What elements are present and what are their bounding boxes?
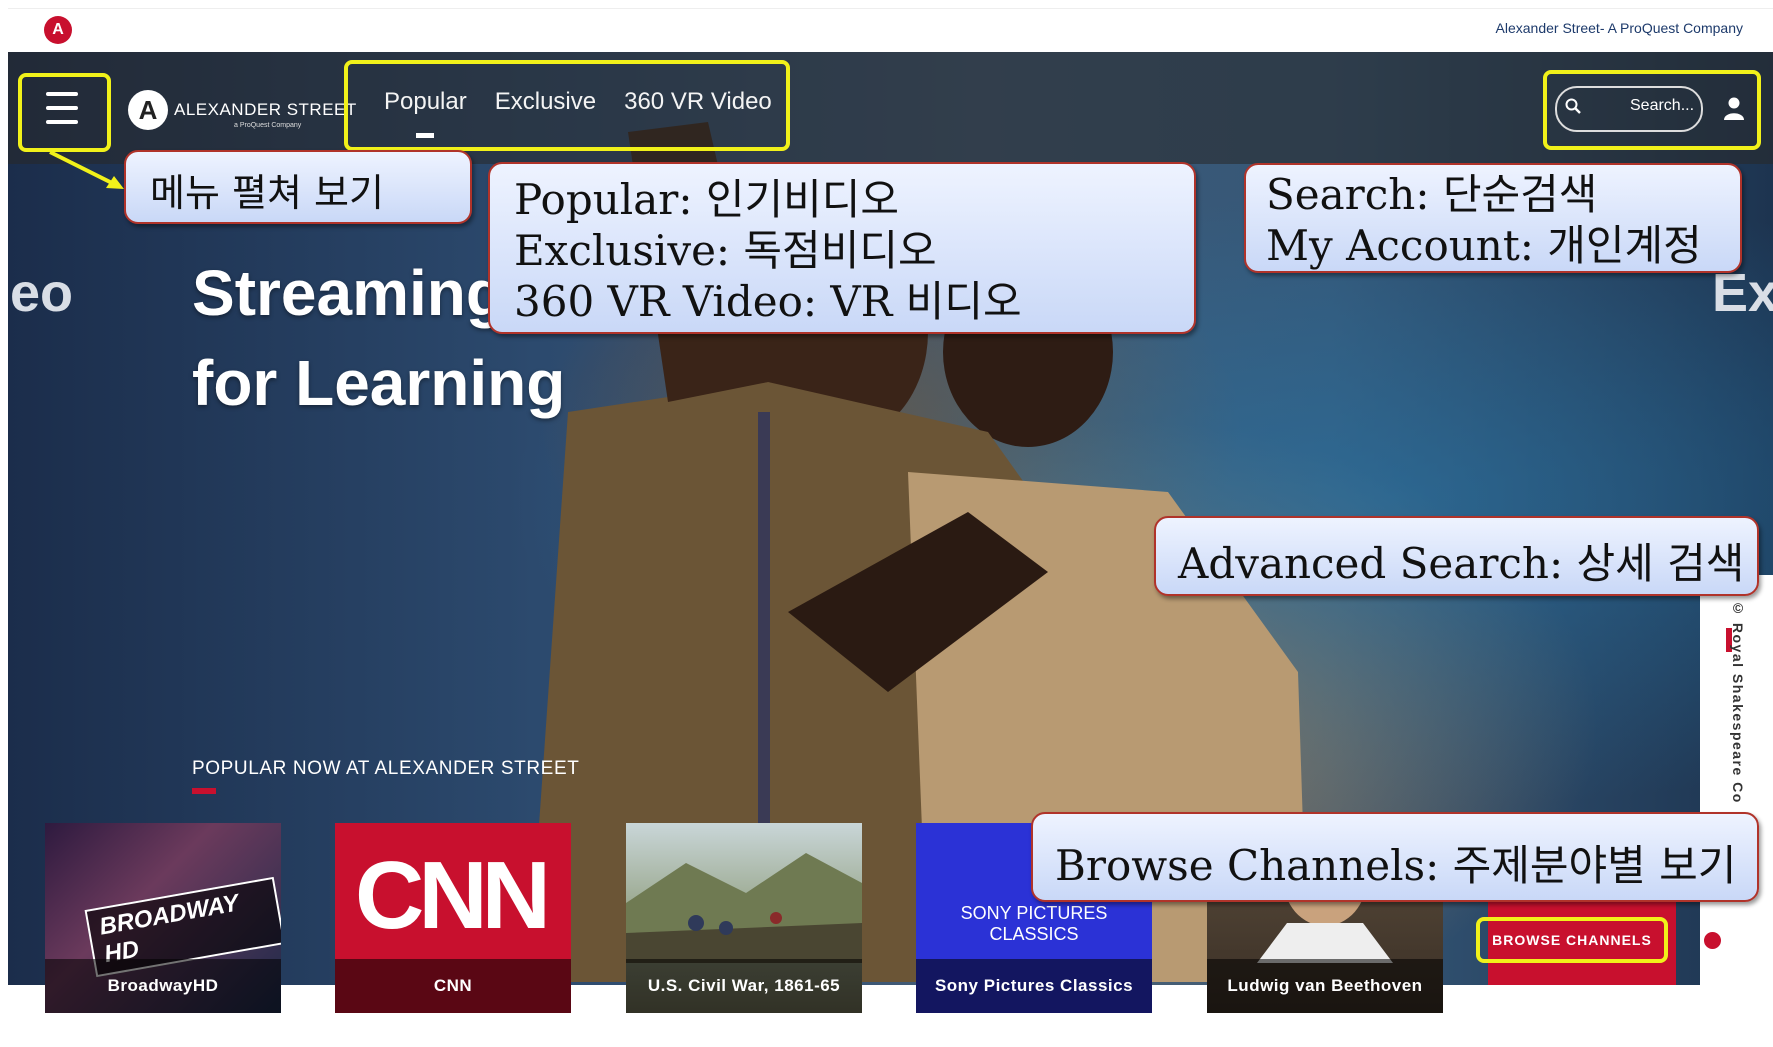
- callout-browse-channels: Browse Channels: 주제분야별 보기: [1031, 812, 1759, 902]
- callout-advanced-text: Advanced Search: 상세 검색: [1178, 539, 1745, 588]
- callout-search-line2: My Account: 개인계정: [1266, 221, 1702, 270]
- callout-nav-line3: 360 VR Video: VR 비디오: [514, 277, 1022, 326]
- callout-search: Search: 단순검색 My Account: 개인계정: [1244, 163, 1742, 273]
- callout-menu-text: 메뉴 펼쳐 보기: [150, 171, 384, 215]
- callout-nav: Popular: 인기비디오 Exclusive: 독점비디오 360 VR V…: [488, 162, 1196, 334]
- callout-browse-text: Browse Channels: 주제분야별 보기: [1055, 841, 1737, 890]
- callout-advanced-search: Advanced Search: 상세 검색: [1154, 516, 1759, 596]
- callout-search-line1: Search: 단순검색: [1266, 170, 1598, 219]
- callout-nav-line1: Popular: 인기비디오: [514, 175, 900, 224]
- callout-menu: 메뉴 펼쳐 보기: [124, 150, 472, 224]
- callout-nav-line2: Exclusive: 독점비디오: [514, 226, 937, 275]
